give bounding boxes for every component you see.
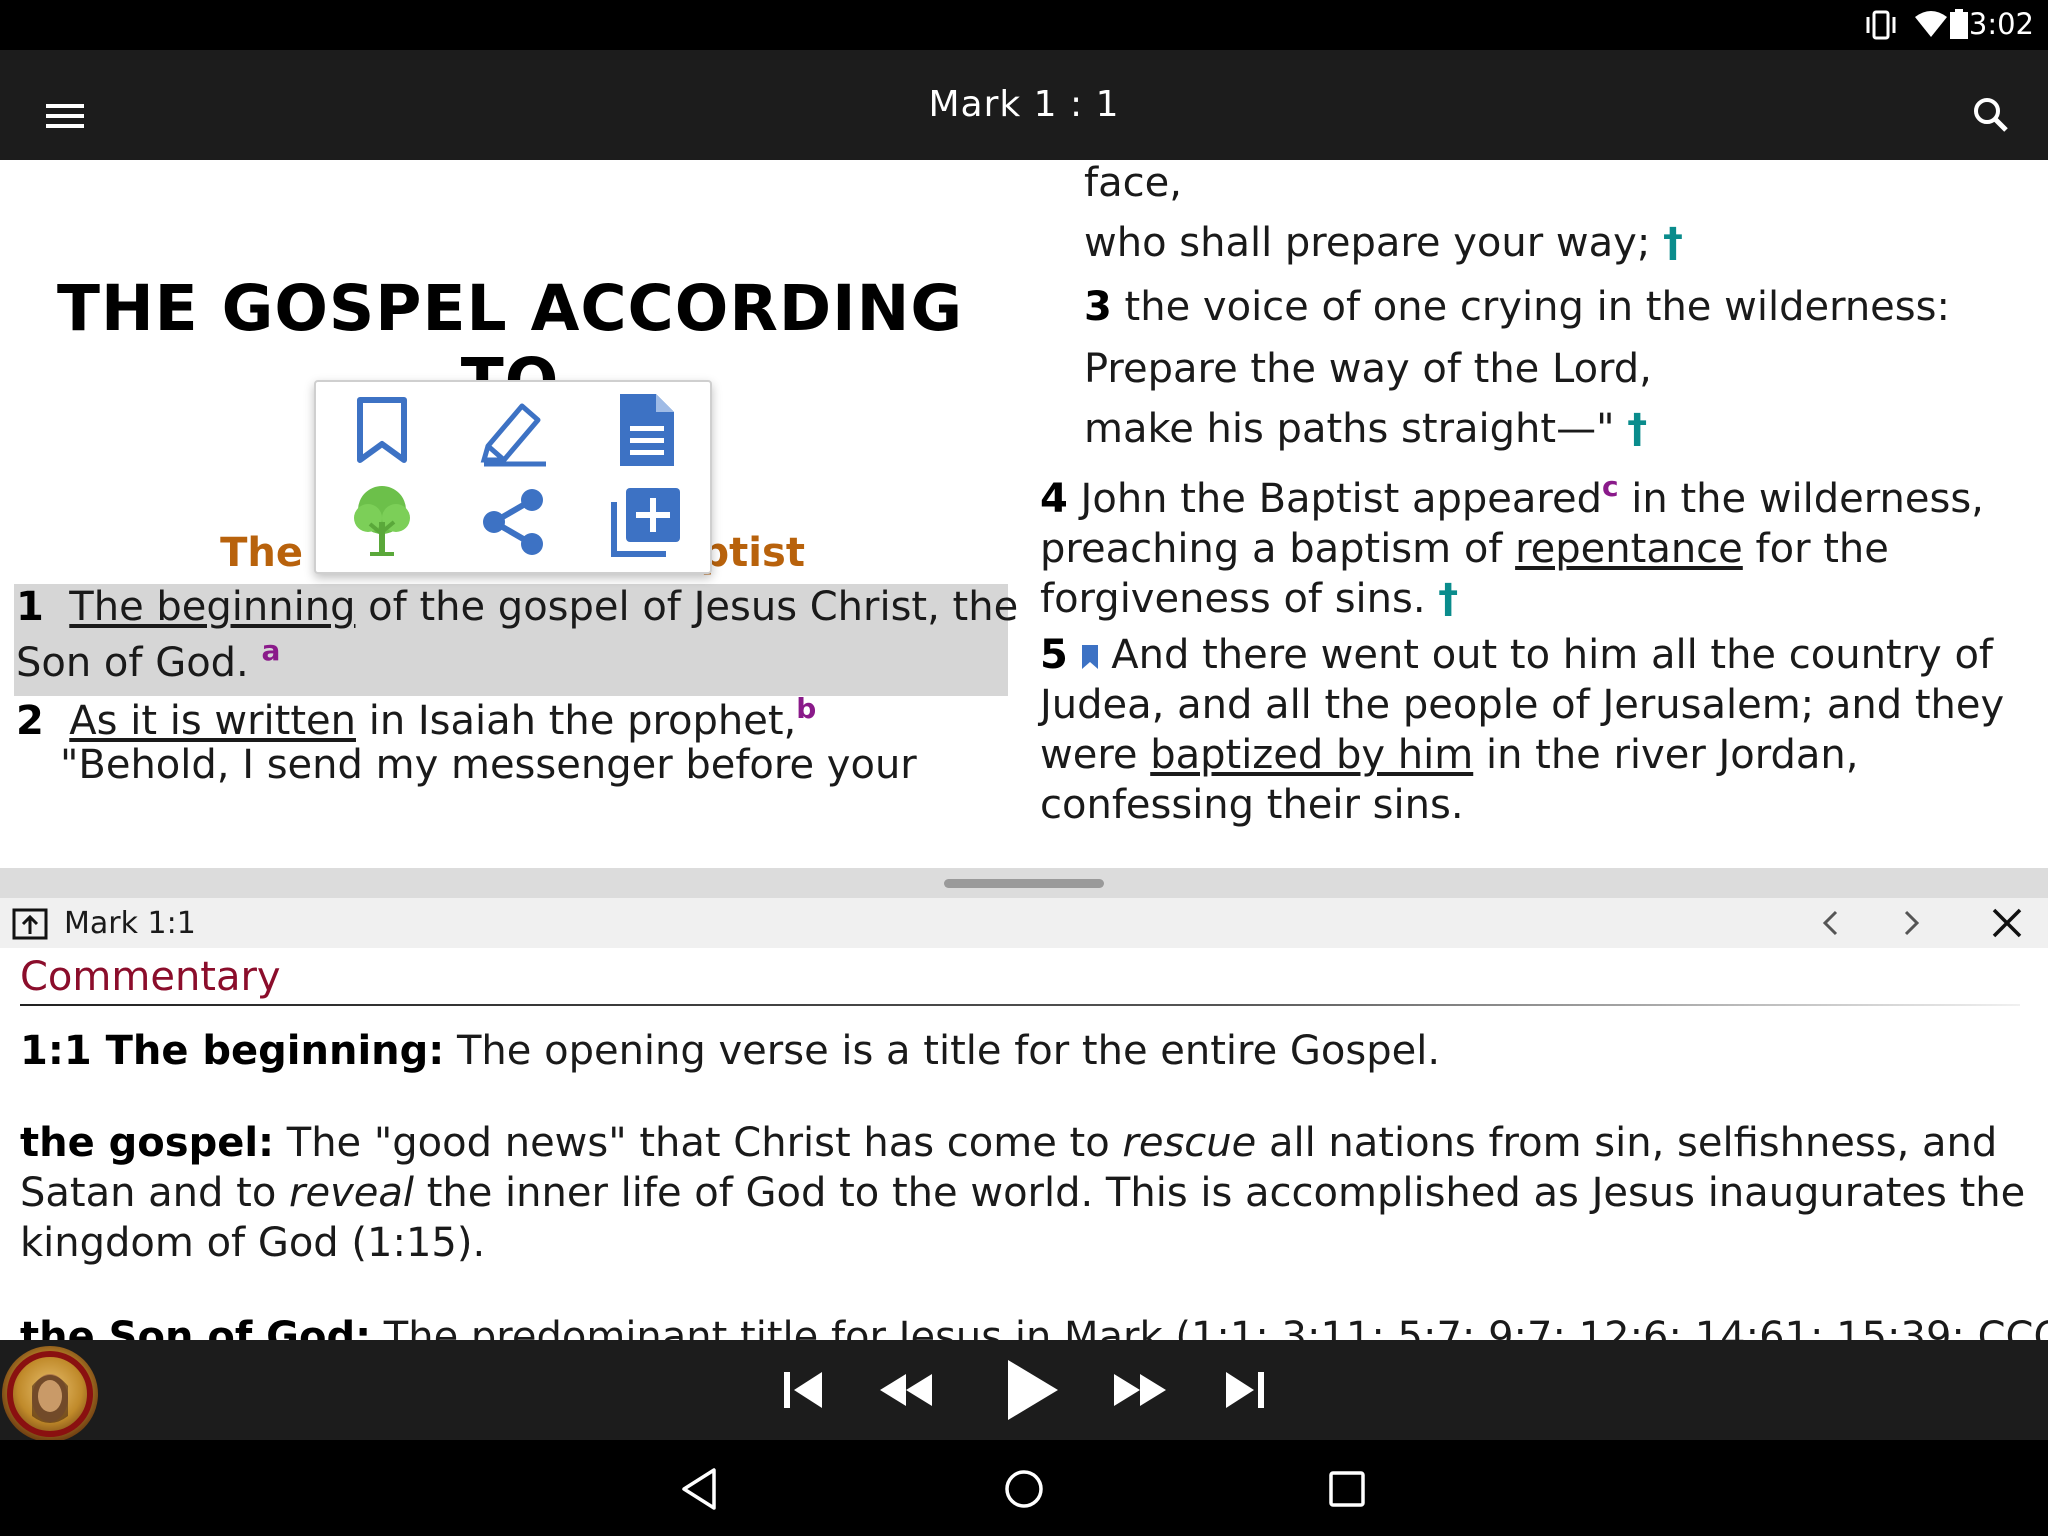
fast-forward-icon[interactable] (1110, 1360, 1170, 1420)
drag-handle[interactable] (944, 879, 1104, 888)
verse-3-line-1[interactable]: 3 the voice of one crying in the wildern… (1084, 284, 1950, 330)
vibrate-icon (1864, 9, 1898, 41)
verse-line: Prepare the way of the Lord, (1084, 346, 1652, 392)
commentary-toolbar: Mark 1:1 (0, 898, 2048, 949)
home-icon[interactable] (1001, 1466, 1047, 1512)
verse-5-line-4: confessing their sins. (1040, 782, 1464, 828)
note-icon[interactable] (606, 390, 686, 470)
add-to-icon[interactable] (606, 482, 686, 562)
cross-reference-link[interactable]: The beginning (69, 584, 355, 630)
status-clock: 3:02 (1968, 7, 2034, 41)
verse-line: who shall prepare your way; † (1084, 220, 1684, 266)
commentary-rule (20, 1004, 2020, 1006)
verse-4-line-1[interactable]: 4 John the Baptist appearedc in the wild… (1040, 470, 1984, 522)
back-icon[interactable] (678, 1466, 724, 1512)
cross-reference-link[interactable]: repentance (1515, 526, 1743, 572)
commentary-panel[interactable]: Commentary 1:1 The beginning: The openin… (0, 948, 2048, 1340)
skip-next-icon[interactable] (1214, 1360, 1274, 1420)
recents-icon[interactable] (1324, 1466, 1370, 1512)
verse-1-line-1[interactable]: 1 The beginning of the gospel of Jesus C… (16, 584, 1018, 630)
tree-icon[interactable] (342, 482, 422, 562)
close-icon[interactable] (1990, 906, 2024, 940)
battery-icon (1950, 9, 1968, 39)
cross-reference-icon[interactable]: † (1627, 406, 1647, 452)
system-nav-bar (0, 1440, 2048, 1536)
verse-4-line-3: forgiveness of sins. † (1040, 576, 1459, 622)
highlight-icon[interactable] (474, 390, 554, 470)
bookmark-marker-icon[interactable] (1081, 644, 1099, 670)
cross-reference-link[interactable]: As it is written (69, 698, 356, 744)
chevron-left-icon[interactable] (1816, 908, 1846, 938)
bookmark-icon[interactable] (342, 390, 422, 470)
verse-5-line-1[interactable]: 5 And there went out to him all the coun… (1040, 632, 1993, 678)
commentary-paragraph: 1:1 The beginning: The opening verse is … (20, 1028, 1441, 1074)
verse-action-popup (314, 380, 712, 574)
verse-4-line-2[interactable]: preaching a baptism of repentance for th… (1040, 526, 1889, 572)
page-title[interactable]: Mark 1 : 1 (0, 84, 2048, 125)
cross-reference-icon[interactable]: † (1438, 576, 1458, 622)
verse-1-line-2[interactable]: Son of God. a (16, 634, 280, 686)
cross-reference-link[interactable]: baptized by him (1150, 732, 1473, 778)
verse-5-line-3[interactable]: were baptized by him in the river Jordan… (1040, 732, 1858, 778)
verse-5-line-2: Judea, and all the people of Jerusalem; … (1040, 682, 2005, 728)
commentary-paragraph: the gospel: The "good news" that Christ … (20, 1120, 2026, 1266)
rewind-icon[interactable] (876, 1360, 936, 1420)
bible-reader[interactable]: THE GOSPEL ACCORDING TO The PreBaptist 1… (0, 160, 2048, 868)
search-icon[interactable] (1966, 90, 2016, 140)
play-icon[interactable] (996, 1354, 1068, 1426)
share-icon[interactable] (474, 482, 554, 562)
verse-2-line-1[interactable]: 2 As it is written in Isaiah the prophet… (16, 692, 816, 744)
footnote-marker[interactable]: a (262, 634, 281, 667)
open-in-main-icon[interactable] (12, 908, 48, 940)
status-bar: 3:02 (0, 0, 2048, 50)
wifi-icon (1914, 9, 1948, 39)
verse-2-line-2: "Behold, I send my messenger before your (60, 742, 917, 788)
skip-previous-icon[interactable] (774, 1360, 834, 1420)
commentary-reference: Mark 1:1 (64, 906, 196, 941)
avatar[interactable] (2, 1346, 98, 1442)
verse-line: make his paths straight—" † (1084, 406, 1648, 452)
verse-line: face, (1084, 160, 1182, 206)
commentary-heading: Commentary (20, 954, 281, 1000)
split-divider[interactable] (0, 868, 2048, 898)
chevron-right-icon[interactable] (1896, 908, 1926, 938)
cross-reference-icon[interactable]: † (1663, 220, 1683, 266)
footnote-marker[interactable]: c (1602, 470, 1619, 503)
footnote-marker[interactable]: b (796, 692, 816, 725)
audio-player-bar (0, 1340, 2048, 1442)
app-bar: Mark 1 : 1 (0, 50, 2048, 160)
commentary-paragraph: the Son of God: The predominant title fo… (20, 1314, 2048, 1340)
